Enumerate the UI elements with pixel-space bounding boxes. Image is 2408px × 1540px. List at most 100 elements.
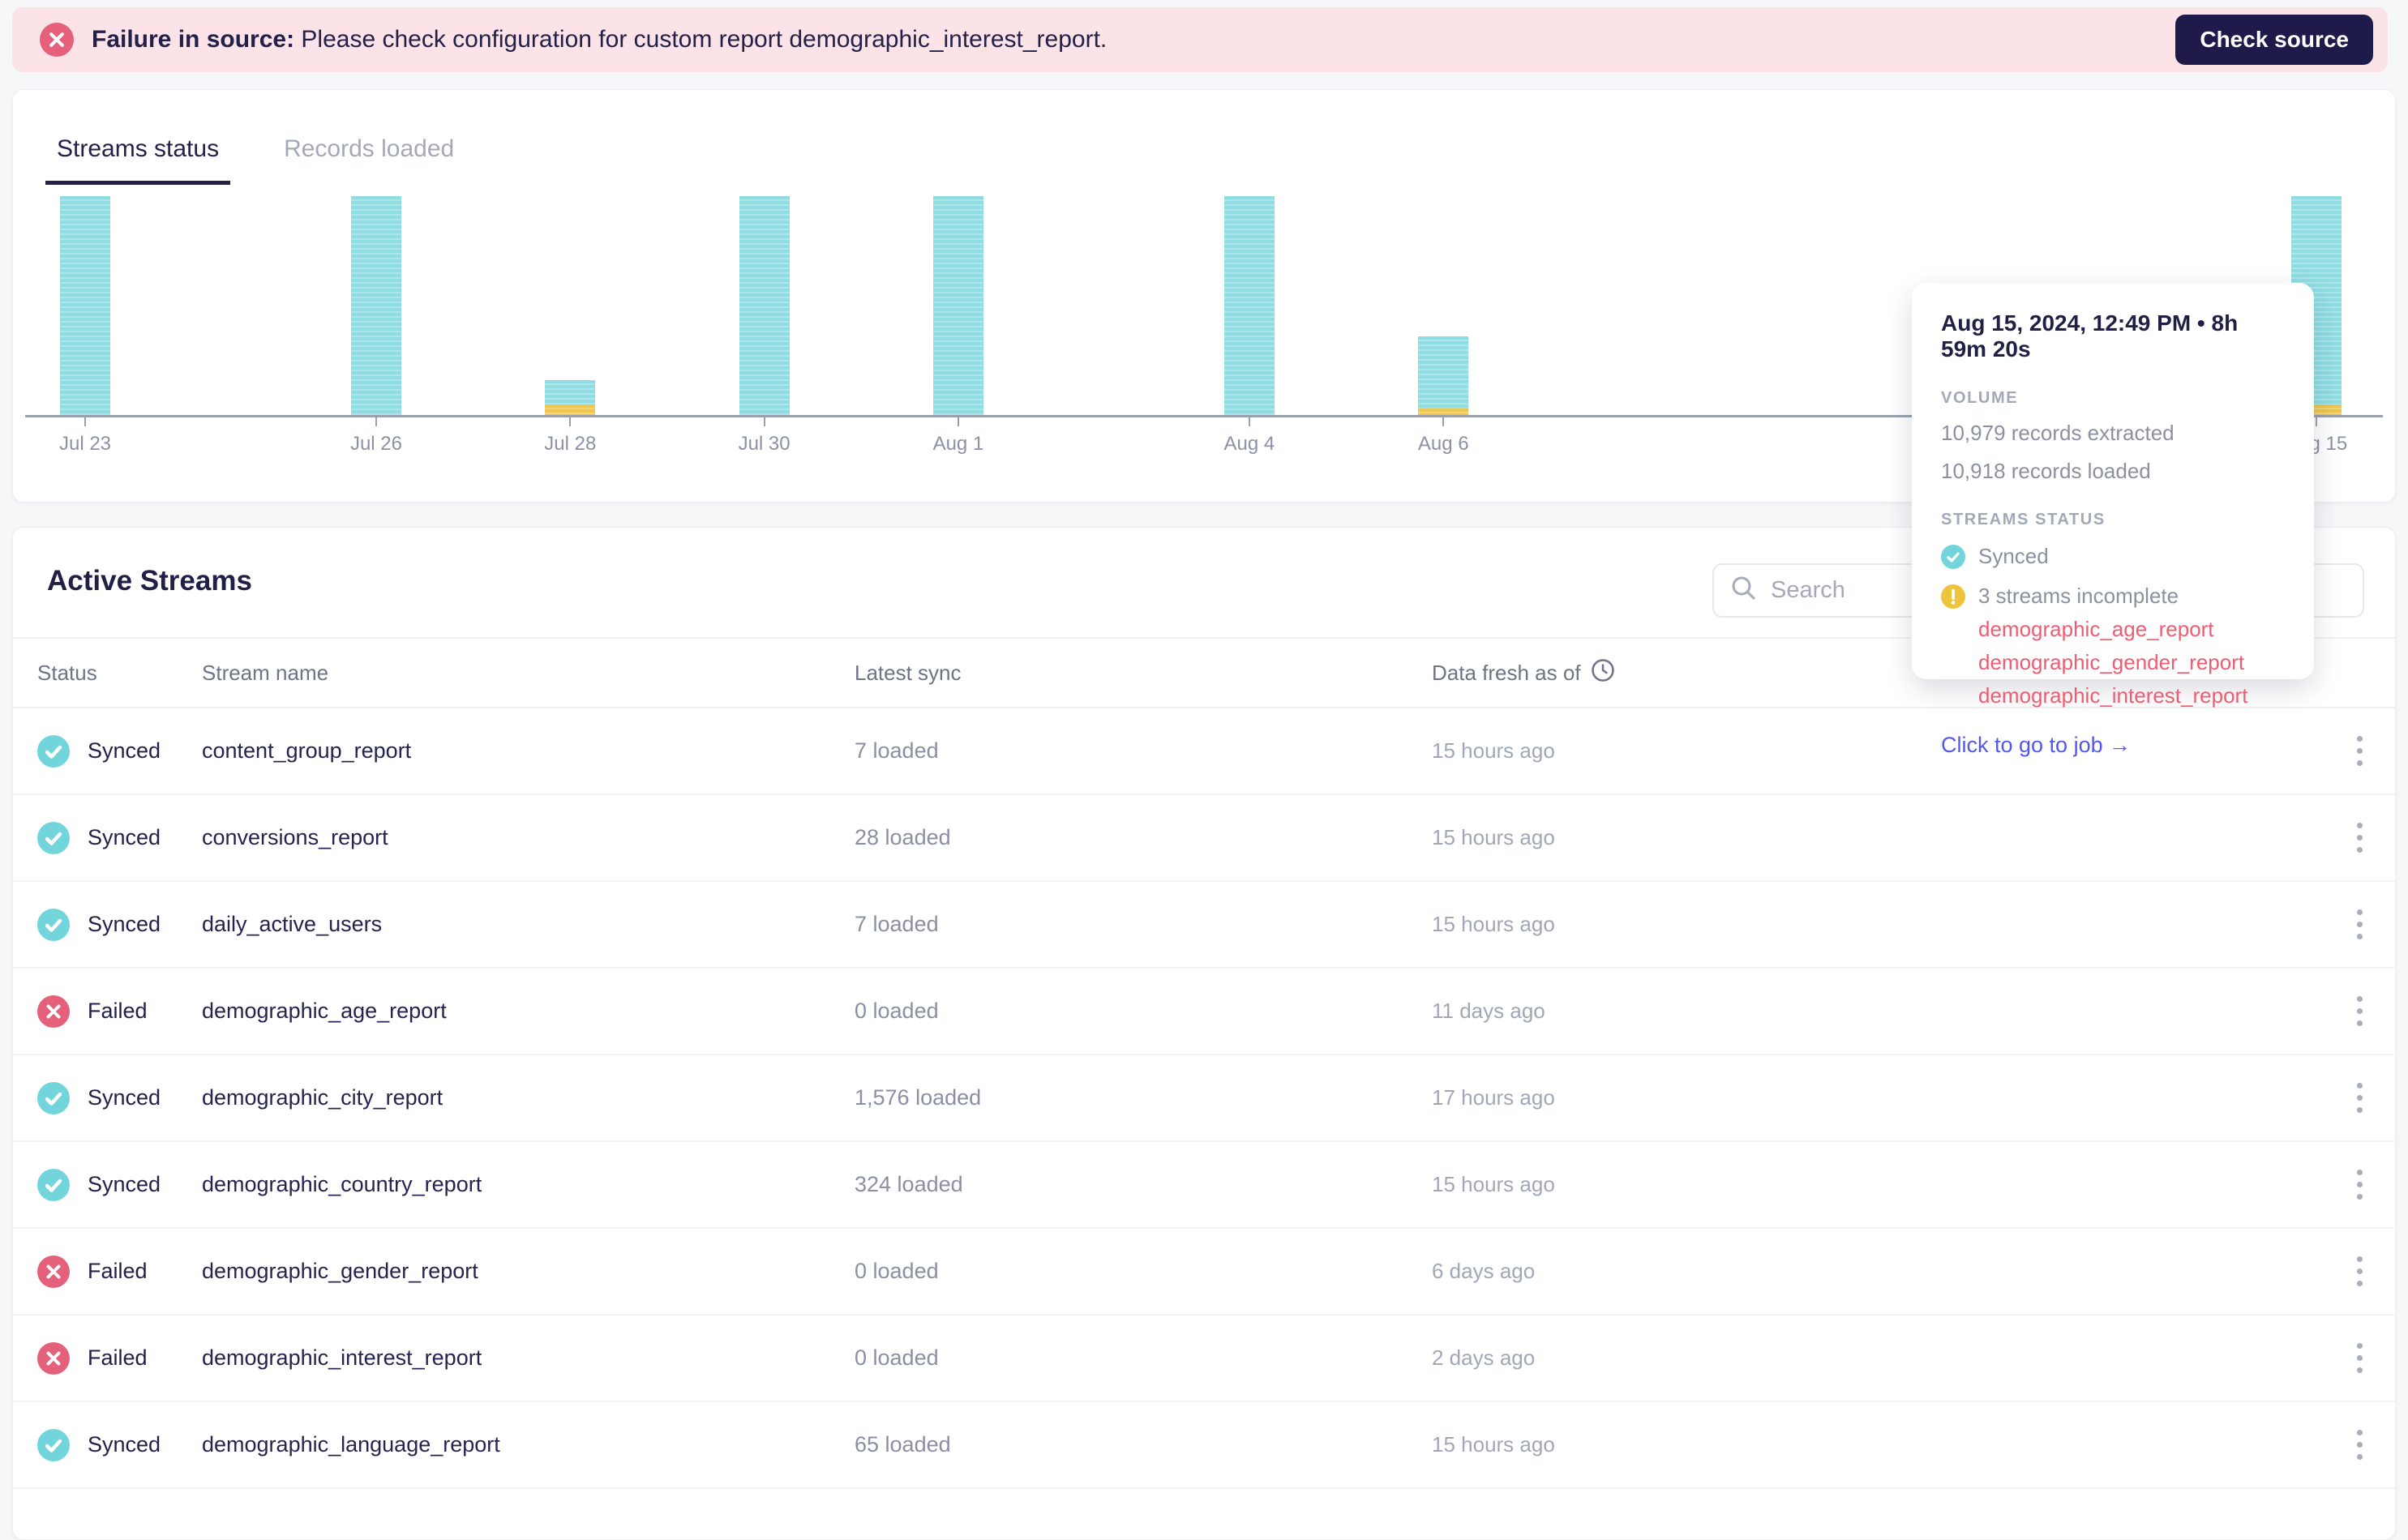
data-fresh-value: 17 hours ago	[1432, 1085, 1555, 1110]
tooltip-records-extracted: 10,979 records extracted	[1941, 421, 2174, 445]
col-stream-name: Stream name	[202, 660, 329, 685]
latest-sync-value: 1,576 loaded	[855, 1085, 982, 1110]
row-menu-button[interactable]	[2349, 1161, 2371, 1208]
status-label: Failed	[88, 999, 148, 1023]
banner-message: Failure in source: Please check configur…	[92, 26, 1108, 53]
go-to-job-link[interactable]: Click to go to job →	[1941, 733, 2131, 758]
latest-sync-value: 65 loaded	[855, 1432, 951, 1457]
row-menu-button[interactable]	[2349, 728, 2371, 774]
stream-name: demographic_age_report	[202, 999, 447, 1023]
chart-bar[interactable]	[545, 379, 596, 415]
axis-tick	[1248, 417, 1250, 426]
table-row: Failed demographic_interest_report 0 loade…	[13, 1315, 2395, 1402]
axis-tick	[375, 417, 377, 426]
data-fresh-value: 6 days ago	[1432, 1259, 1536, 1283]
bar-incomplete-segment	[545, 404, 596, 415]
row-menu-button[interactable]	[2349, 901, 2371, 948]
col-status: Status	[37, 660, 97, 685]
chart-bar[interactable]	[1418, 336, 1469, 415]
bar-synced-segment	[545, 379, 596, 404]
tab-records-loaded[interactable]: Records loaded	[272, 135, 465, 185]
data-fresh-value: 15 hours ago	[1432, 1432, 1555, 1457]
row-menu-button[interactable]	[2349, 1422, 2371, 1468]
chart-bar[interactable]	[350, 196, 401, 415]
axis-tick	[84, 417, 86, 426]
tooltip-streams-status-label: STREAMS STATUS	[1941, 511, 2106, 528]
chart-bar[interactable]	[60, 196, 110, 415]
stream-name: demographic_city_report	[202, 1085, 443, 1110]
table-row: Synced daily_active_users 7 loaded 15 hours…	[13, 882, 2395, 969]
axis-tick	[1442, 417, 1445, 426]
synced-check-icon	[37, 908, 70, 941]
axis-label: Jul 28	[544, 433, 597, 455]
chart-tabs: Streams status Records loaded	[13, 90, 2395, 185]
chart-bar[interactable]	[1223, 196, 1275, 415]
incomplete-stream-link[interactable]: demographic_interest_report	[1978, 683, 2285, 708]
axis-tick	[957, 417, 959, 426]
table-row: Failed demographic_gender_report 0 loaded 6…	[13, 1229, 2395, 1315]
table-row: Failed demographic_age_report 0 loaded 11 d…	[13, 969, 2395, 1055]
check-source-button[interactable]: Check source	[2175, 15, 2373, 65]
synced-check-icon	[37, 734, 70, 768]
row-menu-button[interactable]	[2349, 815, 2371, 861]
page-title: Active Streams	[47, 565, 252, 597]
status-label: Synced	[88, 1172, 161, 1196]
bar-synced-segment	[60, 196, 110, 415]
axis-label: Jul 30	[738, 433, 791, 455]
tooltip-incomplete-label: 3 streams incomplete	[1978, 584, 2179, 608]
axis-tick	[2316, 417, 2318, 426]
chart-bar[interactable]	[932, 196, 983, 415]
failed-x-icon	[37, 1341, 70, 1375]
stream-name: demographic_interest_report	[202, 1345, 482, 1370]
axis-label: Aug 6	[1417, 433, 1469, 455]
axis-tick	[763, 417, 765, 426]
chart-bar[interactable]	[739, 196, 790, 415]
incomplete-stream-link[interactable]: demographic_gender_report	[1978, 650, 2285, 675]
sync-tooltip: Aug 15, 2024, 12:49 PM • 8h 59m 20s VOLU…	[1912, 283, 2314, 757]
table-row: Synced demographic_language_report 65 load…	[13, 1402, 2395, 1489]
row-menu-button[interactable]	[2349, 1075, 2371, 1121]
latest-sync-value: 0 loaded	[855, 1259, 939, 1283]
table-row: Synced demographic_country_report 324 load…	[13, 1142, 2395, 1229]
row-menu-button[interactable]	[2349, 1248, 2371, 1294]
axis-tick	[569, 417, 572, 426]
latest-sync-value: 0 loaded	[855, 999, 939, 1023]
failed-x-icon	[37, 995, 70, 1028]
status-label: Failed	[88, 1259, 148, 1283]
col-data-fresh: Data fresh as of	[1432, 660, 1581, 685]
bar-synced-segment	[739, 196, 790, 415]
row-menu-button[interactable]	[2349, 1335, 2371, 1381]
search-icon	[1730, 575, 1758, 606]
col-latest-sync: Latest sync	[855, 660, 962, 685]
axis-label: Jul 26	[349, 433, 402, 455]
status-label: Failed	[88, 1345, 148, 1370]
tooltip-records-loaded: 10,918 records loaded	[1941, 459, 2151, 483]
row-menu-button[interactable]	[2349, 988, 2371, 1034]
data-fresh-value: 2 days ago	[1432, 1345, 1536, 1370]
data-fresh-value: 15 hours ago	[1432, 1172, 1555, 1196]
status-label: Synced	[88, 1085, 161, 1110]
synced-check-icon	[1941, 544, 1965, 569]
error-banner: Failure in source: Please check configur…	[12, 7, 2388, 72]
synced-check-icon	[37, 821, 70, 854]
latest-sync-value: 7 loaded	[855, 912, 939, 936]
table-body: Synced content_group_report 7 loaded 15 hou…	[13, 708, 2395, 1489]
latest-sync-value: 7 loaded	[855, 738, 939, 763]
synced-check-icon	[37, 1168, 70, 1201]
table-row: Synced demographic_city_report 1,576 loade…	[13, 1055, 2395, 1142]
bar-synced-segment	[1418, 336, 1469, 409]
axis-label: Jul 23	[58, 433, 112, 455]
tooltip-synced-label: Synced	[1978, 544, 2049, 568]
failed-x-icon	[37, 1255, 70, 1288]
incomplete-stream-link[interactable]: demographic_age_report	[1978, 617, 2285, 642]
synced-check-icon	[37, 1081, 70, 1114]
tooltip-volume-label: VOLUME	[1941, 389, 2019, 407]
data-fresh-value: 11 days ago	[1432, 999, 1545, 1023]
bar-synced-segment	[932, 196, 983, 415]
status-label: Synced	[88, 825, 161, 849]
tab-streams-status[interactable]: Streams status	[45, 135, 231, 185]
data-fresh-value: 15 hours ago	[1432, 825, 1555, 849]
stream-name: demographic_gender_report	[202, 1259, 478, 1283]
stream-name: content_group_report	[202, 738, 412, 763]
latest-sync-value: 324 loaded	[855, 1172, 963, 1196]
